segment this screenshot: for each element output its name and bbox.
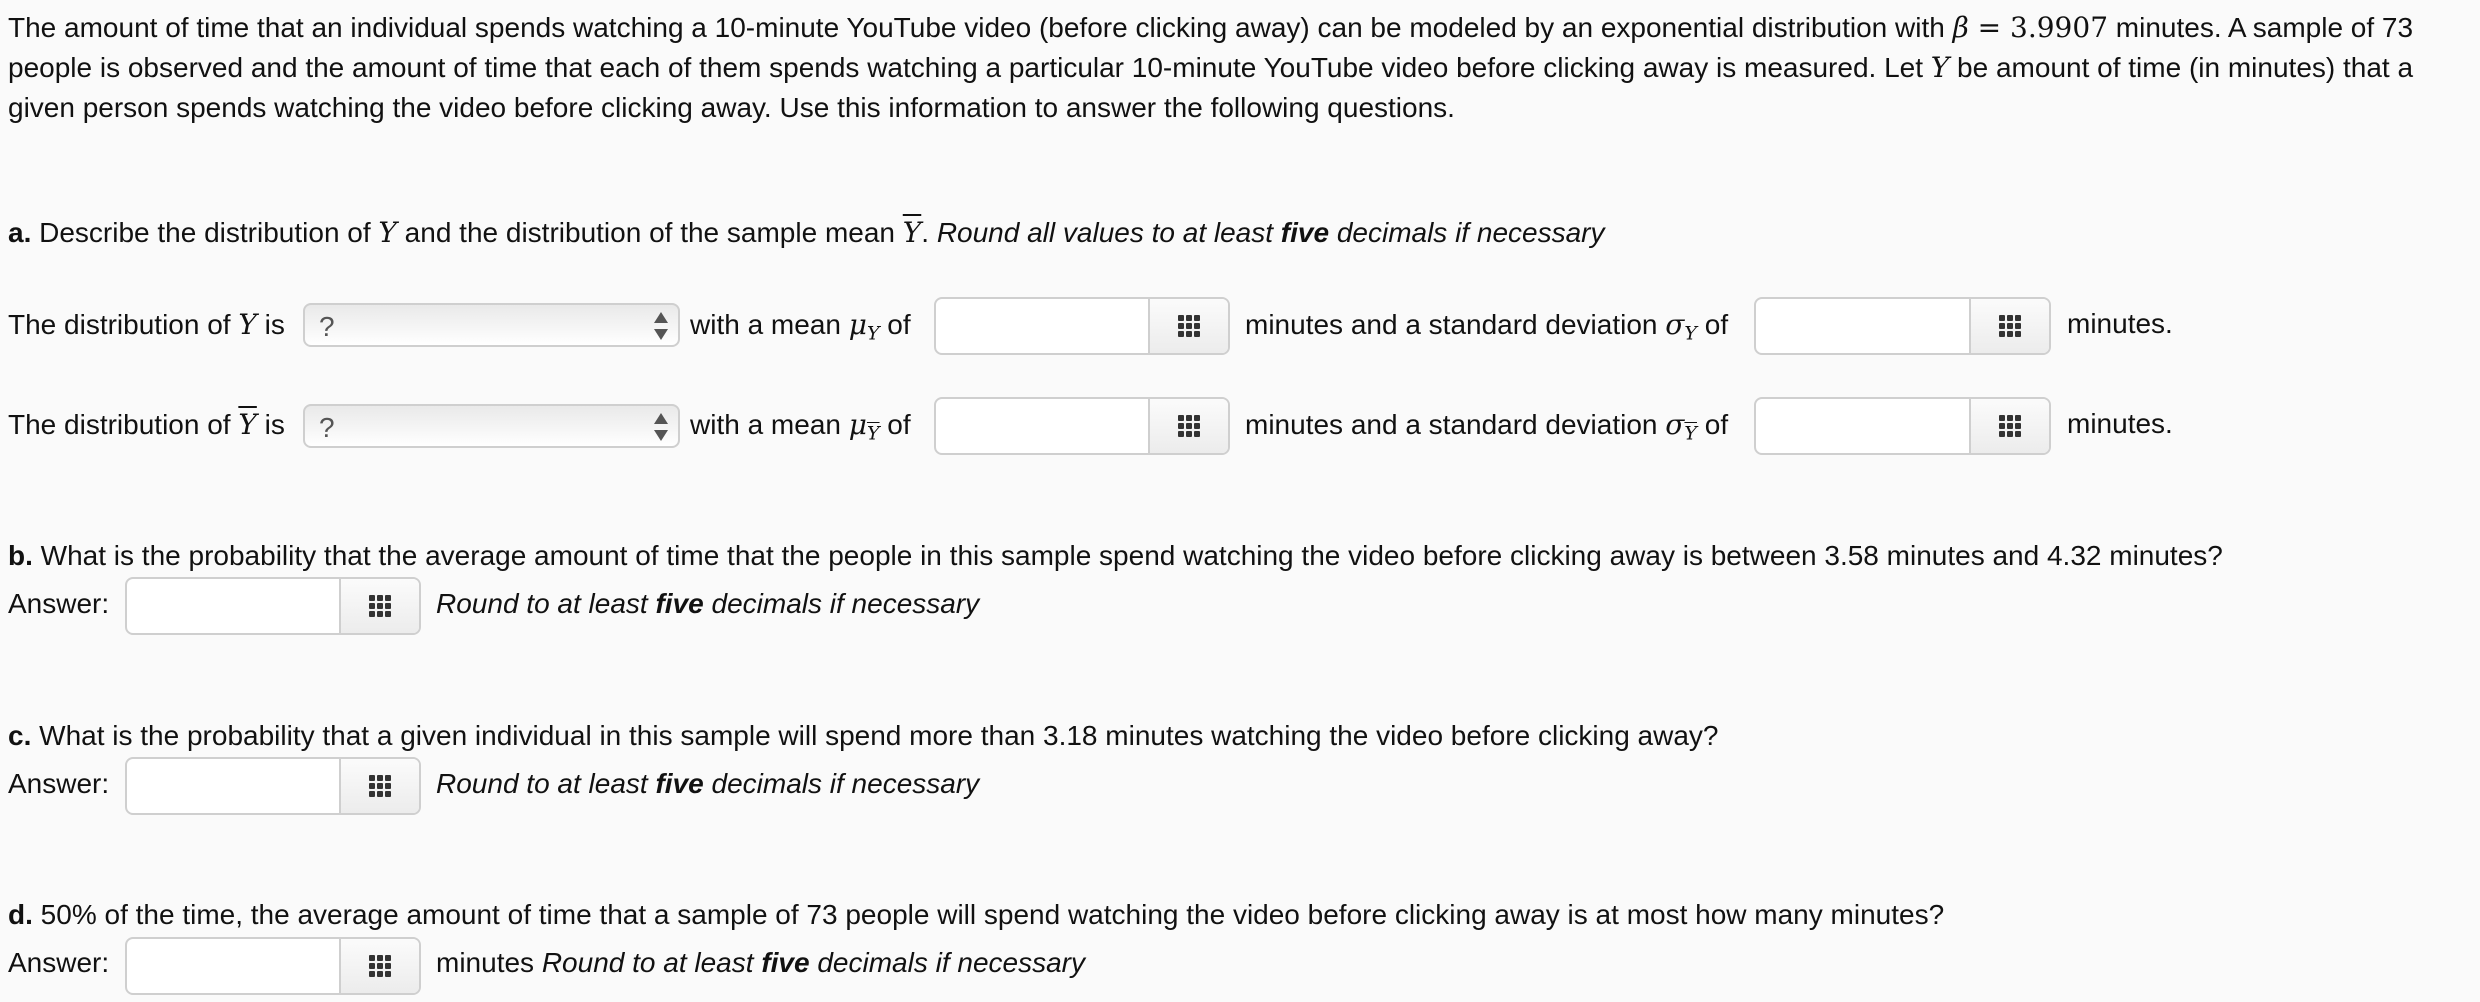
sd-y-field	[1754, 297, 2051, 355]
part-c-question: c. What is the probability that a given …	[8, 720, 1719, 751]
part-d-answer-input[interactable]	[127, 939, 343, 993]
part-c-answer-label: Answer:	[8, 768, 110, 799]
sd-y-unit: minutes.	[2067, 308, 2173, 339]
part-d-keypad-button[interactable]	[339, 939, 419, 993]
part-c-hint: Round to at least five decimals if neces…	[436, 768, 980, 799]
mean-ybar-label: with a mean μY of	[690, 408, 911, 445]
part-d-answer-field	[125, 937, 421, 995]
mean-y-input[interactable]	[936, 299, 1152, 353]
sd-ybar-label: minutes and a standard deviation σY of	[1245, 408, 1729, 445]
part-d-question: d. 50% of the time, the average amount o…	[8, 899, 1945, 930]
select-arrows-icon	[654, 310, 668, 342]
sd-y-input[interactable]	[1756, 299, 1974, 353]
sd-y-keypad-button[interactable]	[1969, 299, 2049, 353]
distribution-y-select[interactable]: ?	[303, 303, 680, 347]
select-arrows-icon	[654, 411, 668, 443]
mean-y-label: with a mean μY of	[690, 308, 911, 345]
mean-ybar-field	[934, 397, 1230, 455]
keypad-icon	[1999, 315, 2021, 337]
sd-ybar-keypad-button[interactable]	[1969, 399, 2049, 453]
mean-ybar-keypad-button[interactable]	[1148, 399, 1228, 453]
part-c-keypad-button[interactable]	[339, 759, 419, 813]
sd-y-label: minutes and a standard deviation σY of	[1245, 308, 1729, 345]
sd-ybar-input[interactable]	[1756, 399, 1974, 453]
rounding-hint: Round all values to at least five decima…	[936, 217, 1605, 248]
part-b-answer-input[interactable]	[127, 579, 343, 633]
part-c-answer-input[interactable]	[127, 759, 343, 813]
keypad-icon	[369, 595, 391, 617]
keypad-icon	[369, 775, 391, 797]
keypad-icon	[1178, 415, 1200, 437]
keypad-icon	[1999, 415, 2021, 437]
part-d-answer-label: Answer:	[8, 947, 110, 978]
sd-ybar-field	[1754, 397, 2051, 455]
mean-y-keypad-button[interactable]	[1148, 299, 1228, 353]
distribution-ybar-select[interactable]: ?	[303, 404, 680, 448]
row-y-label: The distribution of Y is	[8, 308, 285, 341]
part-b-keypad-button[interactable]	[339, 579, 419, 633]
part-b-answer-field	[125, 577, 421, 635]
keypad-icon	[369, 955, 391, 977]
problem-statement: The amount of time that an individual sp…	[8, 11, 2414, 123]
part-b-question: b. What is the probability that the aver…	[8, 540, 2223, 571]
part-c-answer-field	[125, 757, 421, 815]
part-b-hint: Round to at least five decimals if neces…	[436, 588, 980, 619]
part-b-answer-label: Answer:	[8, 588, 110, 619]
sd-ybar-unit: minutes.	[2067, 408, 2173, 439]
part-a-question: a. Describe the distribution of Y and th…	[8, 216, 1605, 249]
keypad-icon	[1178, 315, 1200, 337]
mean-ybar-input[interactable]	[936, 399, 1152, 453]
beta-symbol: β	[1952, 11, 1969, 44]
mean-y-field	[934, 297, 1230, 355]
row-ybar-label: The distribution of Y is	[8, 408, 285, 441]
part-d-hint: minutes Round to at least five decimals …	[436, 947, 1085, 978]
beta-value: 3.9907	[2010, 11, 2109, 44]
